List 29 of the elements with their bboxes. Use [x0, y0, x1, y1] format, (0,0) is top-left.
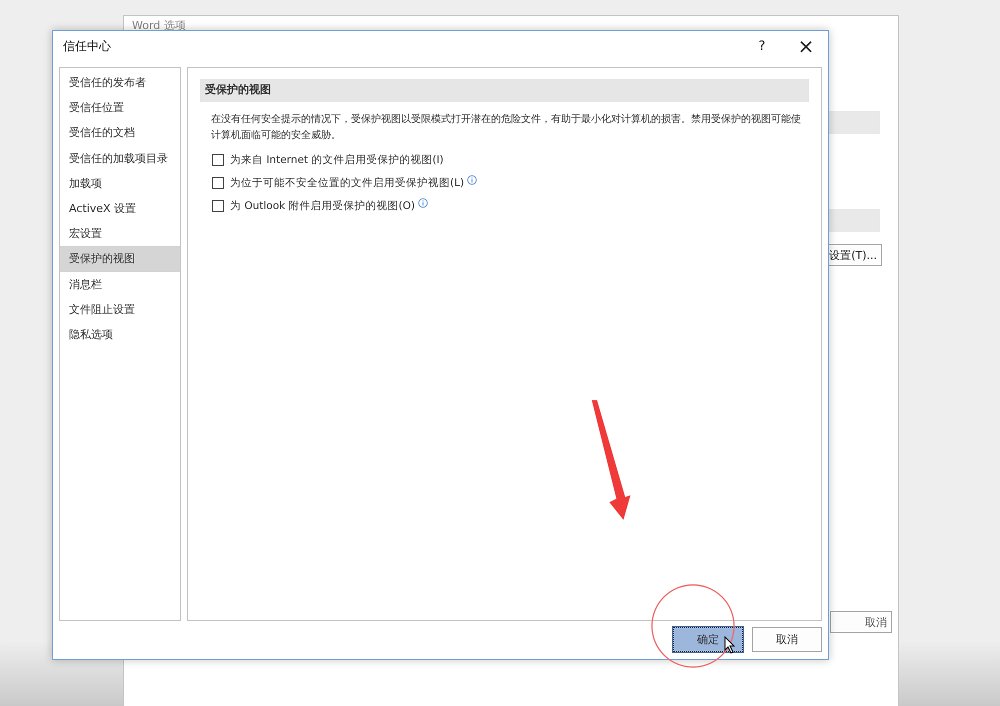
cursor-icon [724, 636, 736, 654]
option-label[interactable]: 为 Outlook 附件启用受保护的视图(O) [230, 198, 416, 212]
sidebar-item[interactable]: 受信任的文档 [60, 120, 180, 146]
info-icon [418, 198, 428, 208]
dialog-title: 信任中心 [63, 38, 112, 54]
sidebar-item[interactable]: 消息栏 [60, 272, 180, 297]
ok-button[interactable]: 确定 [673, 627, 743, 652]
option-label[interactable]: 为位于可能不安全位置的文件启用受保护视图(L) [230, 176, 464, 190]
sidebar-item[interactable]: 加载项 [60, 170, 180, 196]
sidebar-item[interactable]: ActiveX 设置 [60, 196, 180, 222]
option-label[interactable]: 为来自 Internet 的文件启用受保护的视图(I) [230, 152, 444, 166]
sidebar-item[interactable]: 隐私选项 [60, 322, 180, 348]
checkbox[interactable] [212, 200, 224, 212]
checkbox[interactable] [212, 154, 224, 166]
sidebar-item[interactable]: 受信任位置 [60, 95, 180, 120]
section-heading: 受保护的视图 [200, 79, 809, 102]
close-button[interactable]: × [784, 31, 828, 61]
window-title: Word 选项 [132, 18, 186, 33]
cancel-button[interactable]: 取消 [752, 627, 822, 652]
checkbox[interactable] [212, 176, 224, 188]
sidebar-item[interactable]: 文件阻止设置 [60, 296, 180, 322]
sidebar-item[interactable]: 受信任的加载项目录 [60, 146, 180, 171]
sidebar-item[interactable]: 受保护的视图 [60, 246, 180, 272]
sidebar-item[interactable]: 宏设置 [60, 221, 180, 246]
description-text: 在没有任何安全提示的情况下，受保护视图以受限模式打开潜在的危险文件，有助于最小化对计算机的损害。禁用受保护的视图可能使计算机面临可能的安全威胁。 [211, 112, 802, 143]
help-button[interactable]: ? [740, 31, 784, 61]
info-icon [467, 175, 478, 185]
cancel-button[interactable]: 取消 [830, 611, 892, 633]
sidebar-item[interactable]: 受信任的发布者 [60, 70, 180, 96]
